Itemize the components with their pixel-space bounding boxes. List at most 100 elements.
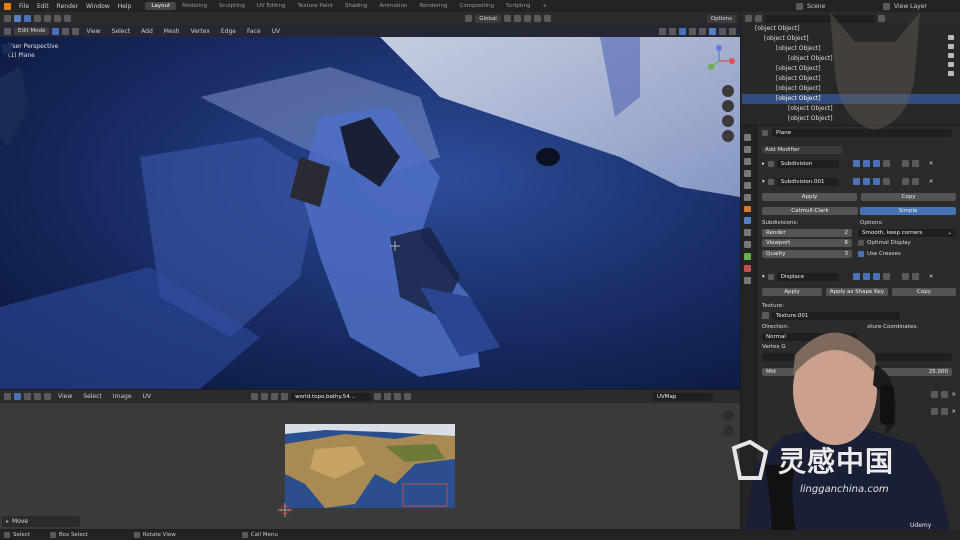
displace-copy-button[interactable]: Copy bbox=[892, 287, 956, 296]
expand-arrow-icon[interactable]: ▸ bbox=[762, 161, 765, 167]
displace-apply-button[interactable]: Apply bbox=[762, 287, 822, 296]
particles-tab-icon[interactable] bbox=[744, 229, 751, 237]
object-tab-icon[interactable] bbox=[744, 205, 751, 213]
uv-proportional-icon[interactable] bbox=[271, 393, 279, 400]
move-down-icon[interactable] bbox=[911, 273, 919, 280]
visibility-icon[interactable] bbox=[659, 27, 666, 35]
menu-help[interactable]: Help bbox=[114, 3, 136, 10]
vp-menu-view[interactable]: View bbox=[82, 28, 104, 35]
collapse-arrow-icon[interactable]: ▾ bbox=[762, 179, 765, 185]
pivot-icon[interactable] bbox=[503, 15, 511, 22]
menu-file[interactable]: File bbox=[15, 3, 33, 10]
uv-menu-select[interactable]: Select bbox=[79, 393, 106, 400]
solid-shading-icon[interactable] bbox=[709, 27, 716, 35]
cage-toggle-icon[interactable] bbox=[882, 160, 890, 167]
viewport-toggle-icon[interactable] bbox=[862, 160, 870, 167]
apply-as-shape-key-button[interactable]: Apply as Shape Key bbox=[826, 287, 888, 296]
image-name-field[interactable]: world.topo.bathy.54... bbox=[291, 392, 372, 401]
modifier-name-field[interactable]: Displace bbox=[776, 272, 839, 281]
menu-render[interactable]: Render bbox=[53, 3, 82, 10]
material-shading-icon[interactable] bbox=[719, 27, 726, 35]
view-layer-tab-icon[interactable] bbox=[744, 169, 751, 177]
outliner-light[interactable]: [object Object] bbox=[776, 85, 821, 92]
move-down-icon[interactable] bbox=[911, 178, 919, 185]
menu-window[interactable]: Window bbox=[82, 3, 114, 10]
apply-button[interactable]: Apply bbox=[762, 192, 857, 201]
uvmap-field[interactable]: UVMap bbox=[653, 392, 713, 401]
orientation-icon[interactable] bbox=[465, 15, 473, 22]
cage-toggle-icon[interactable] bbox=[882, 273, 890, 280]
falloff-icon[interactable] bbox=[543, 15, 551, 22]
select-mode-invert-icon[interactable] bbox=[54, 15, 61, 22]
uv-vertex-select-icon[interactable] bbox=[24, 393, 31, 400]
render-toggle-icon[interactable] bbox=[872, 273, 880, 280]
tab-compositing[interactable]: Compositing bbox=[454, 2, 500, 10]
vp-menu-uv[interactable]: UV bbox=[268, 28, 285, 35]
gizmo-icon[interactable] bbox=[669, 27, 676, 35]
overlays-icon[interactable] bbox=[679, 27, 686, 35]
scene-tab-icon[interactable] bbox=[744, 181, 751, 189]
move-up-icon[interactable] bbox=[901, 273, 909, 280]
outliner-collection[interactable]: [object Object] bbox=[764, 35, 809, 42]
add-modifier-dropdown[interactable]: Add Modifier bbox=[762, 145, 842, 154]
outliner-empty-001[interactable]: [object Object] bbox=[776, 65, 821, 72]
viewport-toggle-icon[interactable] bbox=[862, 273, 870, 280]
image-pin-icon[interactable] bbox=[404, 393, 412, 400]
vp-menu-face[interactable]: Face bbox=[243, 28, 265, 35]
simple-button[interactable]: Simple bbox=[860, 206, 956, 215]
tool-tab-icon[interactable] bbox=[744, 134, 751, 141]
mode-dropdown[interactable]: Edit Mode bbox=[14, 27, 50, 35]
uv-edge-select-icon[interactable] bbox=[34, 393, 41, 400]
tab-animation[interactable]: Animation bbox=[373, 2, 413, 10]
use-creases-checkbox[interactable] bbox=[858, 250, 864, 257]
uv-editor-type-icon[interactable] bbox=[4, 393, 11, 400]
modifier-name-field[interactable]: Subdivision.001 bbox=[776, 177, 839, 186]
camera-view-icon[interactable] bbox=[722, 115, 734, 127]
optimal-display-checkbox[interactable] bbox=[858, 239, 864, 246]
tab-modeling[interactable]: Modeling bbox=[176, 2, 213, 10]
tab-uv-editing[interactable]: UV Editing bbox=[251, 2, 292, 10]
image-unlink-icon[interactable] bbox=[394, 393, 402, 400]
uv-select-mode-icon[interactable] bbox=[14, 393, 21, 400]
image-open-icon[interactable] bbox=[384, 393, 392, 400]
outliner-camera[interactable]: [object Object] bbox=[776, 45, 821, 52]
scene-icon[interactable] bbox=[796, 2, 803, 10]
eye-icon[interactable] bbox=[948, 35, 954, 40]
uv-sticky-icon[interactable] bbox=[44, 393, 51, 400]
viewport-terrain[interactable] bbox=[0, 37, 740, 389]
eye-icon[interactable] bbox=[948, 53, 954, 58]
object-name-field[interactable]: Plane bbox=[772, 129, 952, 137]
last-operator-panel[interactable]: ▸ Move bbox=[2, 516, 80, 527]
output-tab-icon[interactable] bbox=[744, 157, 751, 165]
render-toggle-icon[interactable] bbox=[872, 178, 880, 185]
uv-smooth-dropdown[interactable]: Smooth, keep corners ⌄ bbox=[858, 228, 956, 237]
view-layer-name[interactable]: View Layer bbox=[890, 3, 960, 10]
select-mode-extend-icon[interactable] bbox=[34, 15, 41, 22]
texture-tab-icon[interactable] bbox=[744, 277, 751, 284]
world-tab-icon[interactable] bbox=[744, 193, 751, 201]
snap-target-icon[interactable] bbox=[523, 15, 531, 22]
tab-texture-paint[interactable]: Texture Paint bbox=[292, 2, 340, 10]
remove-modifier-icon[interactable]: ✕ bbox=[929, 274, 934, 280]
uv-pivot-icon[interactable] bbox=[251, 393, 259, 400]
select-mode-intersect-icon[interactable] bbox=[64, 15, 71, 22]
physics-tab-icon[interactable] bbox=[744, 241, 751, 249]
display-mode-icon[interactable] bbox=[755, 15, 762, 22]
vp-menu-mesh[interactable]: Mesh bbox=[160, 28, 184, 35]
options-dropdown[interactable]: Options bbox=[706, 14, 736, 23]
edit-mode-toggle-icon[interactable] bbox=[852, 273, 860, 280]
move-up-icon[interactable] bbox=[901, 160, 909, 167]
outliner-plane[interactable]: [object Object] bbox=[776, 95, 821, 102]
vertex-select-icon[interactable] bbox=[52, 27, 60, 35]
eye-icon[interactable] bbox=[948, 62, 954, 67]
uv-menu-uv[interactable]: UV bbox=[139, 393, 156, 400]
viewport-toggle-icon[interactable] bbox=[862, 178, 870, 185]
copy-button[interactable]: Copy bbox=[861, 192, 956, 201]
vp-menu-edge[interactable]: Edge bbox=[217, 28, 240, 35]
uv-menu-image[interactable]: Image bbox=[109, 393, 136, 400]
quality-field[interactable]: Quality 3 bbox=[762, 249, 852, 258]
orientation-dropdown[interactable]: Global bbox=[475, 14, 501, 23]
add-workspace-icon[interactable]: + bbox=[536, 2, 553, 10]
outliner-scene-collection[interactable]: [object Object] bbox=[755, 25, 800, 32]
ortho-grid-icon[interactable] bbox=[722, 130, 734, 142]
